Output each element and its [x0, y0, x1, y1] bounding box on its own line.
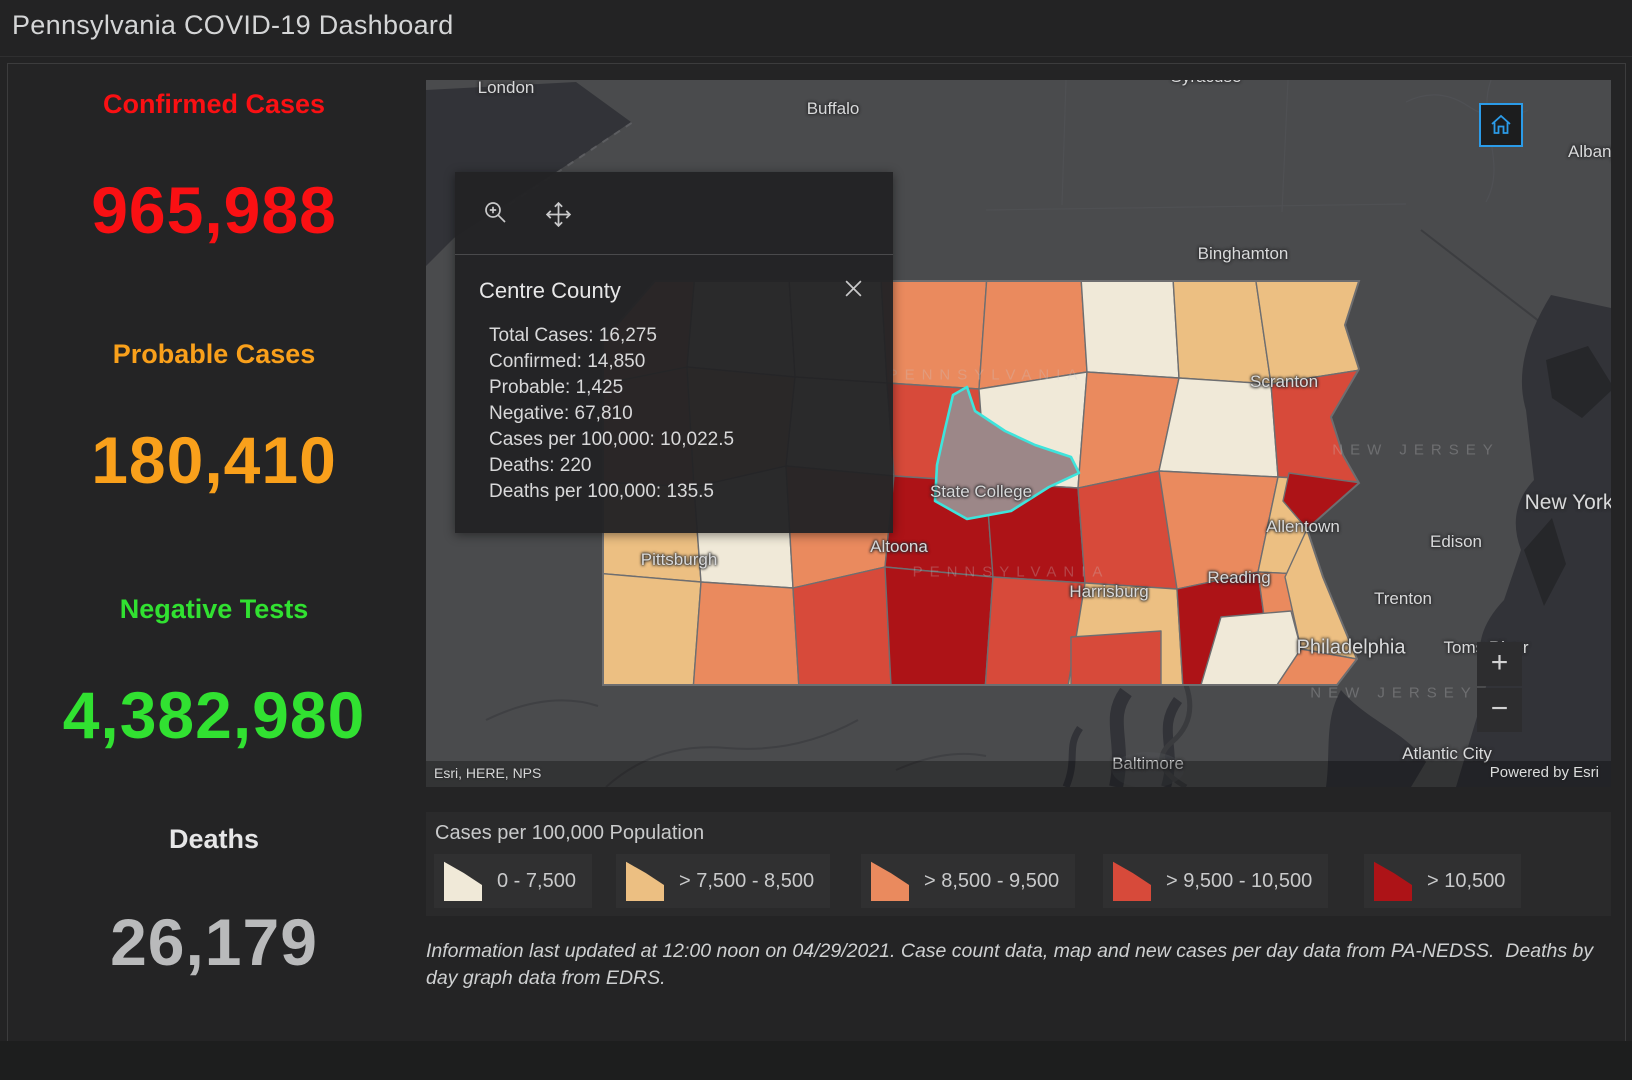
- legend-item: > 10,500: [1364, 854, 1522, 908]
- home-button[interactable]: [1479, 103, 1523, 147]
- popup-stat-line: Probable: 1,425: [489, 377, 624, 398]
- popup-toolbar: [455, 172, 893, 255]
- zoom-controls: + −: [1477, 642, 1522, 732]
- legend-panel: Cases per 100,000 Population 0 - 7,500 >…: [426, 812, 1611, 916]
- map-attribution-bar: Esri, HERE, NPS Powered by Esri: [426, 761, 1611, 787]
- popup-stat-line: Confirmed: 14,850: [489, 351, 646, 372]
- zoom-out-button[interactable]: −: [1477, 688, 1522, 732]
- map-canvas[interactable]: PENNSYLVANIA PENNSYLVANIA NEW JERSEY NEW JE…: [426, 80, 1611, 787]
- last-updated-note: Information last updated at 12:00 noon o…: [426, 940, 1599, 989]
- dashboard-panel: Confirmed Cases 965,988 Probable Cases 1…: [7, 63, 1626, 1042]
- confirmed-cases-label: Confirmed Cases: [102, 89, 326, 119]
- title-bar: Pennsylvania COVID-19 Dashboard: [0, 0, 1632, 57]
- popup-stat-line: Deaths: 220: [489, 455, 592, 476]
- legend-item: > 8,500 - 9,500: [861, 854, 1076, 908]
- legend-swatch: [1374, 861, 1412, 901]
- county-york[interactable]: [1070, 630, 1162, 685]
- page-title: Pennsylvania COVID-19 Dashboard: [12, 10, 454, 40]
- negative-tests-label: Negative Tests: [119, 594, 309, 624]
- popup-stat-line: Deaths per 100,000: 135.5: [489, 481, 715, 502]
- powered-by-esri: Powered by Esri: [1489, 764, 1599, 781]
- legend-swatch: [444, 861, 482, 901]
- county-polygon[interactable]: [1158, 377, 1279, 478]
- legend-item: > 7,500 - 8,500: [616, 854, 831, 908]
- legend-item: 0 - 7,500: [434, 854, 592, 908]
- zoom-in-button[interactable]: +: [1477, 642, 1522, 686]
- county-popup: Centre County Total Cases: 16,275 Confirm…: [455, 172, 893, 533]
- popup-stat-line: Total Cases: 16,275: [489, 325, 657, 346]
- zoom-to-icon[interactable]: [483, 200, 510, 232]
- popup-stat-line: Cases per 100,000: 10,022.5: [489, 429, 735, 450]
- legend-item: > 9,500 - 10,500: [1103, 854, 1329, 908]
- popup-title: Centre County: [479, 278, 621, 303]
- deaths-value: 26,179: [110, 905, 318, 979]
- map-attribution: Esri, HERE, NPS: [434, 765, 542, 781]
- close-icon[interactable]: [840, 275, 867, 307]
- probable-cases-label: Probable Cases: [112, 339, 316, 369]
- probable-cases-value: 180,410: [91, 423, 337, 497]
- popup-stats: Total Cases: 16,275 Confirmed: 14,850 Prob…: [455, 313, 893, 505]
- legend-swatch: [871, 861, 909, 901]
- popup-stat-line: Negative: 67,810: [489, 403, 633, 424]
- confirmed-cases-value: 965,988: [91, 173, 337, 247]
- deaths-label: Deaths: [168, 824, 260, 854]
- legend-title: Cases per 100,000 Population: [435, 822, 705, 844]
- legend-swatch: [1113, 861, 1151, 901]
- bottom-strip: [0, 1041, 1632, 1080]
- home-icon: [1491, 114, 1511, 134]
- move-icon[interactable]: [544, 200, 573, 234]
- legend-swatch: [626, 861, 664, 901]
- negative-tests-value: 4,382,980: [62, 678, 366, 752]
